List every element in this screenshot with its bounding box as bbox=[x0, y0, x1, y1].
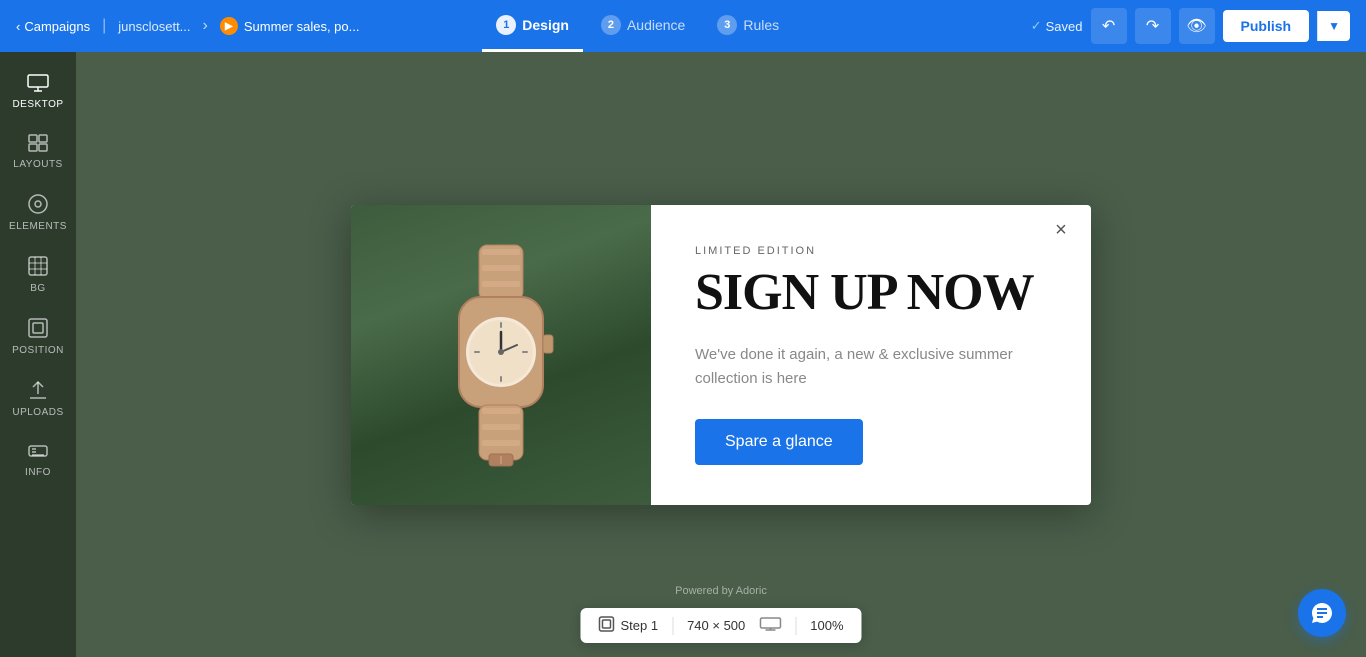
sidebar-info-label: Info bbox=[25, 467, 51, 478]
redo-button[interactable]: ↷ bbox=[1135, 8, 1171, 44]
top-nav: ‹ Campaigns | junsclosett... › ▶ Summer … bbox=[0, 0, 1366, 52]
step-label: Step 1 bbox=[620, 618, 658, 633]
bg-icon bbox=[28, 256, 48, 279]
sidebar-item-elements[interactable]: Elements bbox=[0, 184, 76, 242]
left-sidebar: Desktop Layouts Elements bbox=[0, 52, 76, 657]
sidebar-desktop-label: Desktop bbox=[12, 99, 63, 110]
elements-icon bbox=[28, 194, 48, 217]
popup-image-section bbox=[351, 205, 651, 505]
breadcrumb-org[interactable]: junsclosett... bbox=[118, 19, 190, 34]
sidebar-item-info[interactable]: Info bbox=[0, 432, 76, 488]
sidebar-layouts-label: Layouts bbox=[13, 159, 62, 170]
publish-dropdown-button[interactable]: ▼ bbox=[1317, 11, 1350, 41]
sidebar-bg-label: BG bbox=[30, 283, 45, 294]
desktop-icon bbox=[27, 74, 49, 95]
sidebar-position-label: Position bbox=[12, 345, 64, 356]
layouts-icon bbox=[28, 134, 48, 155]
step-icon bbox=[598, 616, 614, 635]
step-indicator: Step 1 bbox=[598, 616, 658, 635]
bottom-sep-2 bbox=[795, 617, 796, 635]
breadcrumb-current: ▶ Summer sales, po... bbox=[220, 17, 360, 35]
popup-subtitle: LIMITED EDITION bbox=[695, 245, 1051, 257]
bottom-bar: Step 1 740 × 500 100% bbox=[580, 608, 861, 643]
step-audience-label: Audience bbox=[627, 17, 685, 33]
nav-right-actions: ✓ Saved ↶ ↷ 👁 Publish ▼ bbox=[1031, 8, 1350, 44]
step-rules[interactable]: 3 Rules bbox=[703, 0, 793, 52]
step-design[interactable]: 1 Design bbox=[482, 0, 583, 52]
step-nav: 1 Design 2 Audience 3 Rules bbox=[482, 0, 793, 52]
popup-body-text: We've done it again, a new & exclusive s… bbox=[695, 343, 1051, 391]
canvas-area: × LIMITED EDITION SIGN UP NOW We've done… bbox=[76, 52, 1366, 657]
check-icon: ✓ bbox=[1031, 18, 1042, 34]
campaign-title: Summer sales, po... bbox=[244, 19, 360, 34]
step-3-num: 3 bbox=[717, 15, 737, 35]
popup-preview: × LIMITED EDITION SIGN UP NOW We've done… bbox=[351, 205, 1091, 505]
sidebar-item-position[interactable]: Position bbox=[0, 308, 76, 366]
saved-label: Saved bbox=[1046, 19, 1083, 34]
sidebar-uploads-label: Uploads bbox=[12, 407, 63, 418]
sidebar-item-desktop[interactable]: Desktop bbox=[0, 64, 76, 120]
undo-button[interactable]: ↶ bbox=[1091, 8, 1127, 44]
uploads-icon bbox=[28, 380, 48, 403]
position-icon bbox=[28, 318, 48, 341]
campaigns-label: Campaigns bbox=[24, 19, 90, 34]
sidebar-item-bg[interactable]: BG bbox=[0, 246, 76, 304]
sidebar-item-uploads[interactable]: Uploads bbox=[0, 370, 76, 428]
step-2-num: 2 bbox=[601, 15, 621, 35]
canvas-size: 740 × 500 bbox=[687, 618, 745, 633]
step-rules-label: Rules bbox=[743, 17, 779, 33]
popup-title: SIGN UP NOW bbox=[695, 267, 1051, 319]
saved-status: ✓ Saved bbox=[1031, 18, 1083, 34]
campaigns-back-button[interactable]: ‹ Campaigns bbox=[16, 19, 90, 34]
sidebar-elements-label: Elements bbox=[9, 221, 67, 232]
step-design-label: Design bbox=[522, 17, 569, 33]
watch-illustration bbox=[421, 235, 581, 475]
step-1-num: 1 bbox=[496, 15, 516, 35]
nav-separator-1: | bbox=[102, 17, 106, 35]
device-icon bbox=[759, 617, 781, 634]
chat-button[interactable] bbox=[1298, 589, 1346, 637]
back-chevron-icon: ‹ bbox=[16, 19, 20, 34]
popup-cta-button[interactable]: Spare a glance bbox=[695, 419, 863, 465]
close-button[interactable]: × bbox=[1047, 217, 1075, 245]
step-audience[interactable]: 2 Audience bbox=[587, 0, 699, 52]
publish-button[interactable]: Publish bbox=[1223, 10, 1310, 42]
bottom-sep-1 bbox=[672, 617, 673, 635]
campaign-status-dot: ▶ bbox=[220, 17, 238, 35]
main-layout: Desktop Layouts Elements bbox=[0, 52, 1366, 657]
zoom-level: 100% bbox=[810, 618, 843, 633]
popup-content-section: × LIMITED EDITION SIGN UP NOW We've done… bbox=[651, 205, 1091, 505]
preview-button[interactable]: 👁 bbox=[1179, 8, 1215, 44]
powered-by-label: Powered by Adoric bbox=[675, 585, 767, 597]
breadcrumb-arrow-icon: › bbox=[203, 17, 208, 35]
info-icon bbox=[28, 442, 48, 463]
sidebar-item-layouts[interactable]: Layouts bbox=[0, 124, 76, 180]
